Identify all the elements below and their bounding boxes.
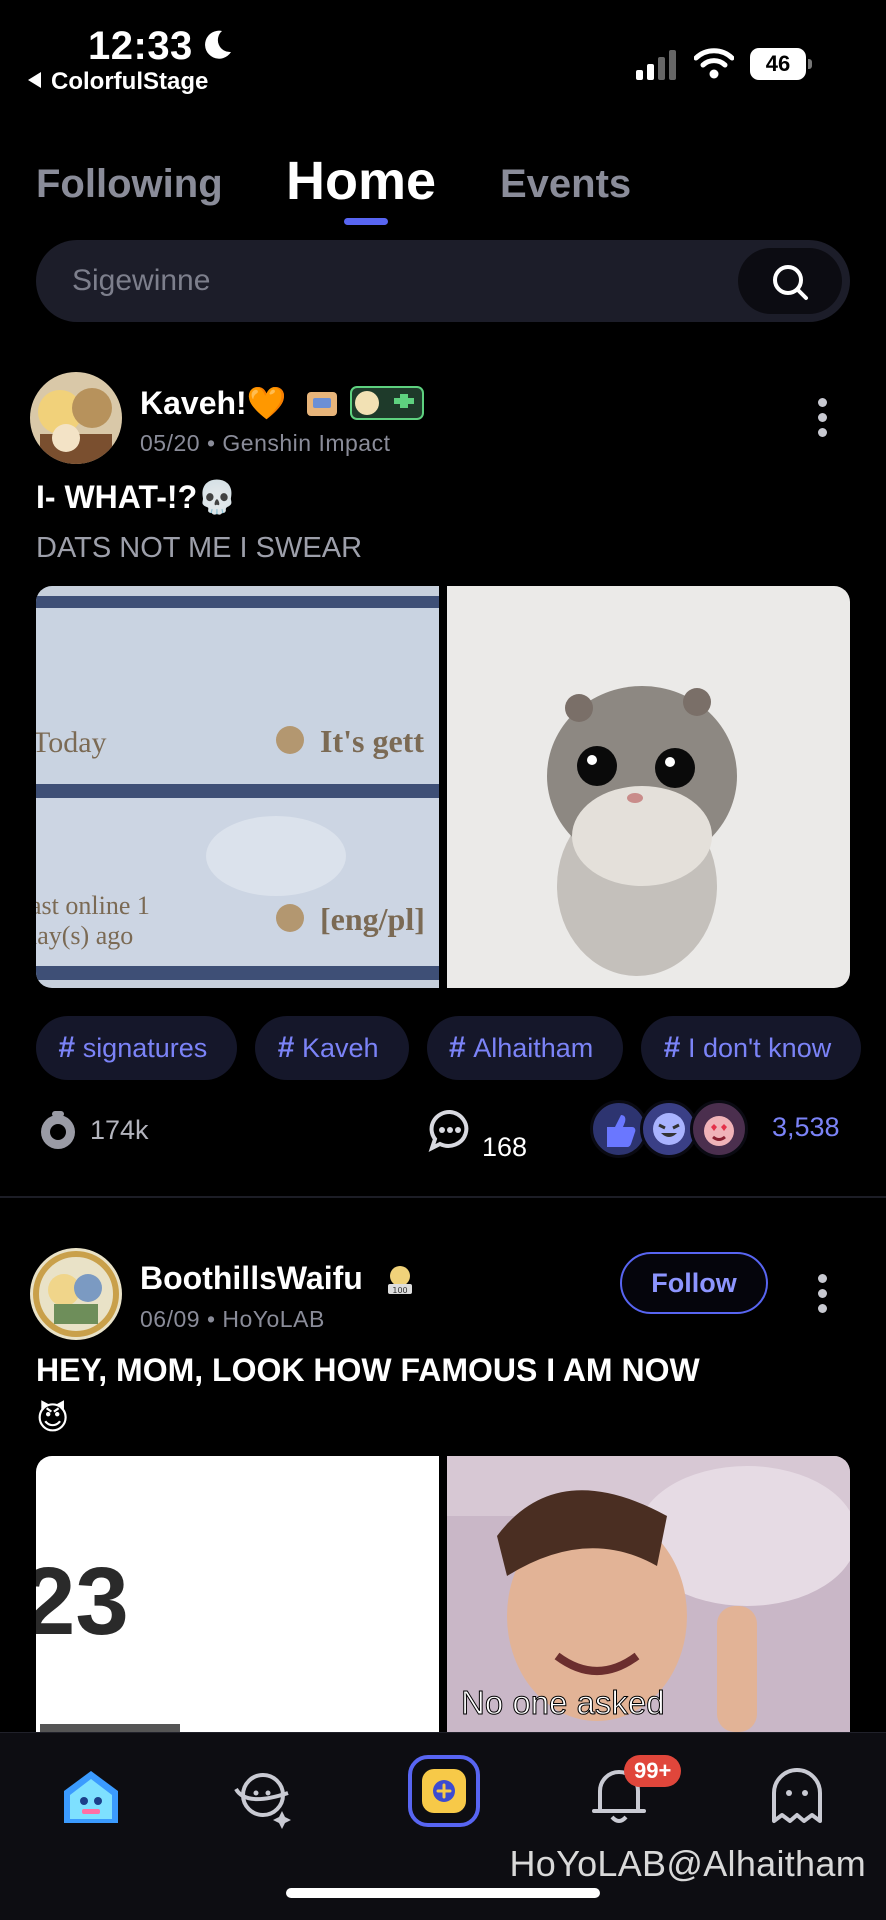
comment-count[interactable]: 168 — [428, 1108, 527, 1163]
tag-chip[interactable]: # Alhaitham — [426, 1016, 624, 1080]
author-name[interactable]: BoothillsWaifu — [140, 1260, 363, 1297]
active-tab-indicator — [344, 218, 388, 225]
svg-text:100: 100 — [392, 1286, 407, 1295]
heart-eyes-reaction-icon — [690, 1100, 748, 1158]
image-text: ast online 1 — [36, 891, 150, 920]
tab-following[interactable]: Following — [36, 162, 223, 207]
back-app-label: ColorfulStage — [51, 68, 209, 95]
post-divider — [0, 1196, 886, 1198]
wifi-icon — [694, 48, 734, 79]
views-icon — [41, 1111, 75, 1149]
avatar[interactable] — [30, 372, 122, 464]
avatar[interactable] — [30, 1248, 122, 1340]
more-options-icon[interactable] — [818, 1274, 828, 1314]
post-title[interactable]: HEY, MOM, LOOK HOW FAMOUS I AM NOW 😈 — [36, 1346, 856, 1442]
post-meta: 06/09 • HoYoLAB — [140, 1306, 325, 1332]
post-stats: 174k 168 3,538 — [0, 1100, 886, 1163]
views-value: 174k — [90, 1114, 149, 1145]
profile-icon — [772, 1768, 822, 1823]
devil-emoji: 😈 — [36, 1400, 70, 1436]
feed-tabs: Following Home Events — [0, 150, 886, 230]
post-image-screenshot[interactable]: Today It's gett ast online 1 lay(s) ago … — [36, 586, 439, 988]
badge-icon: 100 — [388, 1266, 412, 1295]
notification-count-badge: 99+ — [624, 1755, 682, 1787]
post-image-meme[interactable]: No one asked — [447, 1456, 850, 1732]
post-meta: 05/20 • Genshin Impact — [140, 430, 391, 456]
status-bar: 12:33 ColorfulStage 46 — [0, 0, 886, 110]
search-input[interactable] — [72, 240, 732, 322]
post-images[interactable]: Today It's gett ast online 1 lay(s) ago … — [36, 586, 850, 988]
create-post-button[interactable] — [408, 1755, 480, 1827]
image-text: It's gett — [320, 723, 424, 759]
meme-caption: No one asked — [461, 1684, 665, 1721]
comment-icon — [428, 1109, 469, 1152]
image-text: lay(s) ago — [36, 921, 133, 950]
post-subtitle: DATS NOT ME I SWEAR — [36, 532, 363, 564]
cellular-signal-icon — [636, 50, 676, 80]
image-text: Today — [36, 726, 107, 759]
follow-button[interactable]: Follow — [620, 1252, 768, 1314]
reaction-count[interactable]: 3,538 — [772, 1112, 840, 1143]
view-count: 174k — [36, 1108, 149, 1152]
back-arrow-icon — [28, 72, 41, 88]
image-number: 23 — [36, 1548, 129, 1655]
watermark: HoYoLAB@Alhaitham — [509, 1843, 866, 1884]
nav-profile-button[interactable] — [762, 1761, 832, 1831]
post-title[interactable]: I- WHAT-!?💀 — [36, 478, 237, 516]
post-image-stats[interactable]: 23 — [36, 1456, 439, 1732]
back-to-app-link[interactable]: ColorfulStage — [28, 68, 208, 96]
battery-level: 46 — [750, 48, 806, 80]
post-tags: # signatures # Kaveh # Alhaitham # I don't know — [36, 1016, 879, 1080]
more-options-icon[interactable] — [818, 398, 828, 438]
tab-home[interactable]: Home — [286, 150, 436, 212]
status-time: 12:33 — [88, 24, 193, 68]
home-icon — [64, 1771, 118, 1823]
nav-home-button[interactable] — [56, 1761, 126, 1831]
author-name[interactable]: Kaveh!🧡 — [140, 384, 287, 422]
post-images[interactable]: 23 No one asked — [36, 1456, 850, 1732]
battery-indicator: 46 — [750, 48, 812, 80]
tag-chip[interactable]: # signatures — [36, 1016, 238, 1080]
reactions-stack[interactable] — [590, 1100, 750, 1160]
tag-chip[interactable]: # Kaveh — [255, 1016, 409, 1080]
create-post-icon — [422, 1769, 466, 1813]
home-indicator — [286, 1888, 600, 1898]
search-icon — [773, 265, 808, 300]
search-button[interactable] — [738, 248, 842, 314]
search-bar — [36, 240, 850, 322]
badge-icon — [307, 392, 337, 416]
moon-icon — [205, 30, 231, 59]
image-text: [eng/pl] — [320, 901, 425, 937]
post-image-hamster[interactable] — [447, 586, 850, 988]
comments-value: 168 — [482, 1132, 528, 1163]
tag-chip[interactable]: # I don't know — [641, 1016, 862, 1080]
badge-icon — [350, 386, 424, 420]
tab-events[interactable]: Events — [500, 162, 631, 207]
explore-icon — [234, 1773, 291, 1829]
nav-explore-button[interactable] — [230, 1761, 300, 1831]
